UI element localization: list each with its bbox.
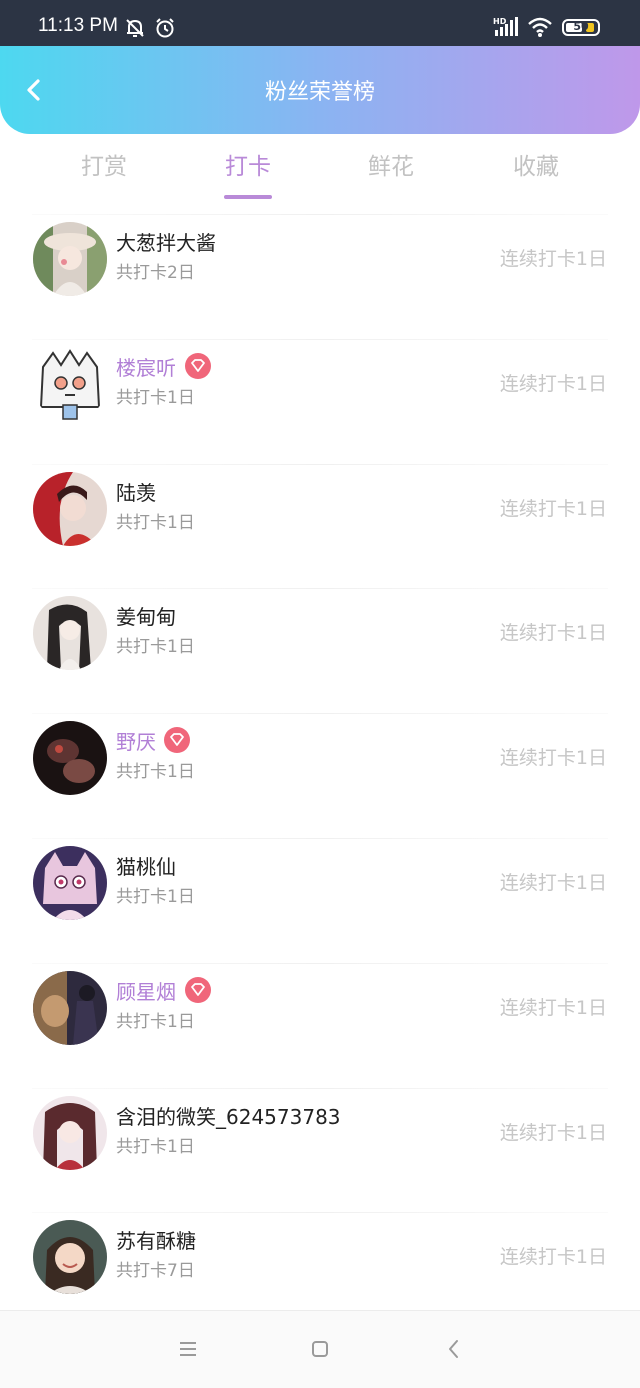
tab-checkin[interactable]: 打卡 xyxy=(188,151,308,183)
row-divider xyxy=(32,713,608,715)
total-checkin-count: 共打卡7日 xyxy=(116,1261,195,1282)
total-checkin-count: 共打卡1日 xyxy=(116,1011,195,1032)
alarm-icon xyxy=(156,18,174,38)
diamond-vip-icon xyxy=(185,976,211,1003)
battery-level: 50 xyxy=(573,20,589,33)
list-item[interactable]: 大葱拌大酱 共打卡2日 连续打卡1日 xyxy=(0,214,640,339)
avatar[interactable] xyxy=(33,346,107,421)
streak-count: 连续打卡1日 xyxy=(499,996,607,1019)
tab-favorites[interactable]: 收藏 xyxy=(476,151,596,183)
system-nav-bar xyxy=(0,1310,640,1388)
username[interactable]: 猫桃仙 xyxy=(116,854,176,880)
username[interactable]: 顾星烟 xyxy=(116,979,176,1005)
streak-count: 连续打卡1日 xyxy=(499,622,607,645)
row-divider xyxy=(32,463,608,465)
streak-count: 连续打卡1日 xyxy=(499,372,607,395)
list-item[interactable]: 姜甸甸 共打卡1日 连续打卡1日 xyxy=(0,588,640,713)
total-checkin-count: 共打卡1日 xyxy=(116,512,195,533)
diamond-vip-icon xyxy=(164,727,190,754)
username[interactable]: 姜甸甸 xyxy=(116,604,176,630)
tab-bar: 打赏 打卡 鲜花 收藏 xyxy=(0,134,640,204)
avatar[interactable] xyxy=(33,596,107,671)
checkin-ranking-list: 大葱拌大酱 共打卡2日 连续打卡1日 楼宸听 共打卡1日 连续打卡1日 陆羡 共… xyxy=(0,214,640,1337)
total-checkin-count: 共打卡2日 xyxy=(116,263,195,283)
username[interactable]: 楼宸听 xyxy=(116,355,176,381)
header-bar: 粉丝荣誉榜 xyxy=(0,46,640,134)
signal-icon: HD xyxy=(493,17,518,36)
row-divider xyxy=(32,1212,608,1214)
streak-count: 连续打卡1日 xyxy=(499,747,607,770)
username[interactable]: 苏有酥糖 xyxy=(116,1228,196,1254)
active-tab-indicator xyxy=(224,195,272,199)
row-divider xyxy=(32,588,608,590)
wifi-icon xyxy=(528,17,552,37)
page-title: 粉丝荣誉榜 xyxy=(264,80,375,105)
total-checkin-count: 共打卡1日 xyxy=(116,1136,195,1157)
menu-icon[interactable] xyxy=(176,1337,200,1361)
streak-count: 连续打卡1日 xyxy=(499,1246,607,1269)
svg-text:HD: HD xyxy=(493,17,507,26)
avatar[interactable] xyxy=(33,721,107,796)
status-time: 11:13 PM xyxy=(38,15,118,36)
diamond-vip-icon xyxy=(185,352,211,379)
list-item[interactable]: 陆羡 共打卡1日 连续打卡1日 xyxy=(0,463,640,589)
streak-count: 连续打卡1日 xyxy=(499,1121,607,1144)
row-divider xyxy=(32,1087,608,1089)
row-divider xyxy=(32,837,608,839)
avatar[interactable] xyxy=(33,1220,107,1295)
avatar[interactable] xyxy=(33,970,107,1045)
username[interactable]: 大葱拌大酱 xyxy=(116,230,216,256)
tab-reward[interactable]: 打赏 xyxy=(44,151,164,183)
row-divider xyxy=(32,214,608,215)
total-checkin-count: 共打卡1日 xyxy=(116,762,195,783)
back-triangle-icon[interactable] xyxy=(442,1337,466,1361)
avatar[interactable] xyxy=(33,845,107,920)
row-divider xyxy=(32,962,608,964)
total-checkin-count: 共打卡1日 xyxy=(116,886,195,907)
username[interactable]: 野厌 xyxy=(116,729,156,755)
username[interactable]: 含泪的微笑_624573783 xyxy=(116,1104,341,1130)
status-bar: 11:13 PM HD 50 xyxy=(0,0,640,48)
row-divider xyxy=(32,338,608,340)
total-checkin-count: 共打卡1日 xyxy=(116,387,195,408)
tab-flowers[interactable]: 鲜花 xyxy=(331,151,451,183)
list-item[interactable]: 顾星烟 共打卡1日 连续打卡1日 xyxy=(0,962,640,1088)
total-checkin-count: 共打卡1日 xyxy=(116,637,195,658)
list-item[interactable]: 楼宸听 共打卡1日 连续打卡1日 xyxy=(0,338,640,464)
avatar[interactable] xyxy=(33,222,107,296)
streak-count: 连续打卡1日 xyxy=(499,871,607,894)
streak-count: 连续打卡1日 xyxy=(499,248,607,270)
battery-icon: 50 xyxy=(562,19,600,36)
list-item[interactable]: 野厌 共打卡1日 连续打卡1日 xyxy=(0,713,640,838)
mute-icon xyxy=(126,19,144,37)
avatar[interactable] xyxy=(33,1095,107,1170)
streak-count: 连续打卡1日 xyxy=(499,497,607,520)
avatar[interactable] xyxy=(33,471,107,546)
list-item[interactable]: 含泪的微笑_624573783 共打卡1日 连续打卡1日 xyxy=(0,1087,640,1213)
username[interactable]: 陆羡 xyxy=(116,480,156,506)
list-item[interactable]: 猫桃仙 共打卡1日 连续打卡1日 xyxy=(0,837,640,963)
home-square-icon[interactable] xyxy=(308,1337,332,1361)
